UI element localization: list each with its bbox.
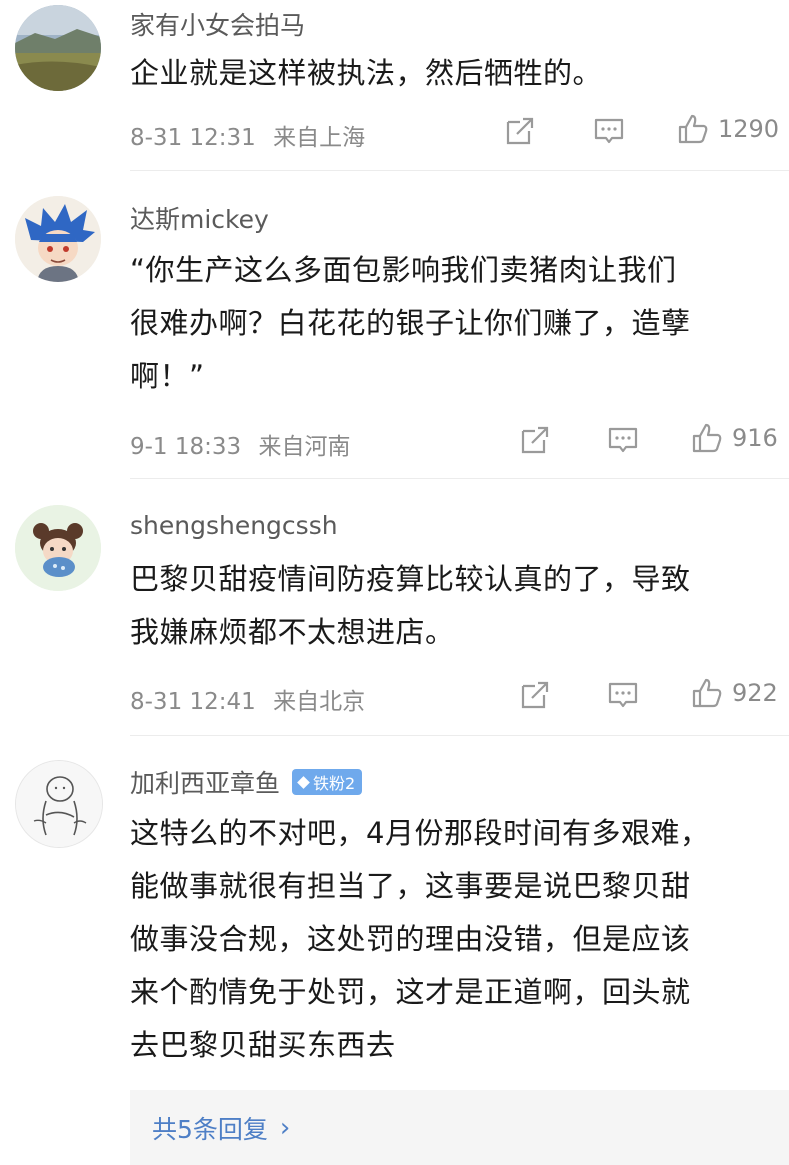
reply-button[interactable] bbox=[592, 114, 626, 148]
like-count: 916 bbox=[732, 424, 778, 452]
share-icon bbox=[521, 681, 549, 709]
username[interactable]: 达斯mickey bbox=[130, 200, 269, 236]
username[interactable]: shengshengcssh bbox=[130, 511, 338, 540]
cartoon-girl-avatar-image bbox=[15, 505, 101, 591]
anime-character-avatar-image bbox=[15, 196, 101, 282]
thumbs-up-icon bbox=[692, 423, 722, 453]
comment-text: “你生产这么多面包影响我们卖猪肉让我们 很难办啊？白花花的银子让你们赚了，造孽 … bbox=[130, 253, 691, 393]
comment-date: 9-1 18:33 bbox=[130, 434, 242, 460]
view-replies-label: 共5条回复 bbox=[152, 1114, 268, 1144]
comment-text: 这特么的不对吧，4月份那段时间有多艰难， 能做事就很有担当了，这事要是说巴黎贝甜… bbox=[130, 816, 710, 1062]
thumbs-up-icon bbox=[692, 678, 722, 708]
comment-meta: 9-1 18:33 来自河南 bbox=[130, 427, 350, 461]
like-count: 1290 bbox=[718, 115, 780, 143]
comment-date: 8-31 12:41 bbox=[130, 689, 256, 715]
avatar[interactable] bbox=[15, 505, 101, 591]
comment-text: 巴黎贝甜疫情间防疫算比较认真的了，导致 我嫌麻烦都不太想进店。 bbox=[130, 562, 691, 649]
share-icon bbox=[506, 117, 534, 145]
like-button[interactable]: 916 bbox=[690, 421, 778, 455]
reply-button[interactable] bbox=[606, 423, 640, 457]
avatar[interactable] bbox=[15, 196, 101, 282]
avatar[interactable] bbox=[15, 5, 101, 91]
diamond-icon bbox=[297, 775, 310, 789]
share-button[interactable] bbox=[518, 423, 552, 457]
username-text[interactable]: 加利西亚章鱼 bbox=[130, 769, 280, 798]
avatar[interactable] bbox=[15, 760, 103, 848]
comment-location: 来自北京 bbox=[273, 689, 366, 715]
comment-icon bbox=[608, 682, 638, 708]
divider bbox=[130, 478, 789, 479]
divider bbox=[130, 170, 789, 171]
like-count: 922 bbox=[732, 679, 778, 707]
like-button[interactable]: 1290 bbox=[676, 112, 779, 146]
thumbs-up-icon bbox=[678, 114, 708, 144]
comment-location: 来自河南 bbox=[258, 434, 351, 460]
share-icon bbox=[521, 426, 549, 454]
fan-badge: 铁粉2 bbox=[292, 769, 363, 795]
reply-button[interactable] bbox=[606, 678, 640, 712]
username[interactable]: 家有小女会拍马 bbox=[130, 6, 305, 42]
comment-date: 8-31 12:31 bbox=[130, 125, 256, 151]
chevron-right-icon: › bbox=[279, 1112, 291, 1143]
share-button[interactable] bbox=[503, 114, 537, 148]
view-replies-button[interactable]: 共5条回复 › bbox=[130, 1090, 789, 1165]
landscape-avatar-image bbox=[15, 5, 101, 91]
username: 加利西亚章鱼 铁粉2 bbox=[130, 764, 363, 800]
comment-location: 来自上海 bbox=[273, 125, 366, 151]
line-drawing-avatar-image bbox=[16, 761, 102, 847]
fan-badge-label: 铁粉2 bbox=[313, 774, 356, 793]
comment-text: 企业就是这样被执法，然后牺牲的。 bbox=[130, 56, 603, 90]
divider bbox=[130, 735, 789, 736]
comment-icon bbox=[608, 427, 638, 453]
comment-meta: 8-31 12:41 来自北京 bbox=[130, 682, 365, 716]
like-button[interactable]: 922 bbox=[690, 676, 778, 710]
share-button[interactable] bbox=[518, 678, 552, 712]
comment-meta: 8-31 12:31 来自上海 bbox=[130, 118, 365, 152]
comment-icon bbox=[594, 118, 624, 144]
